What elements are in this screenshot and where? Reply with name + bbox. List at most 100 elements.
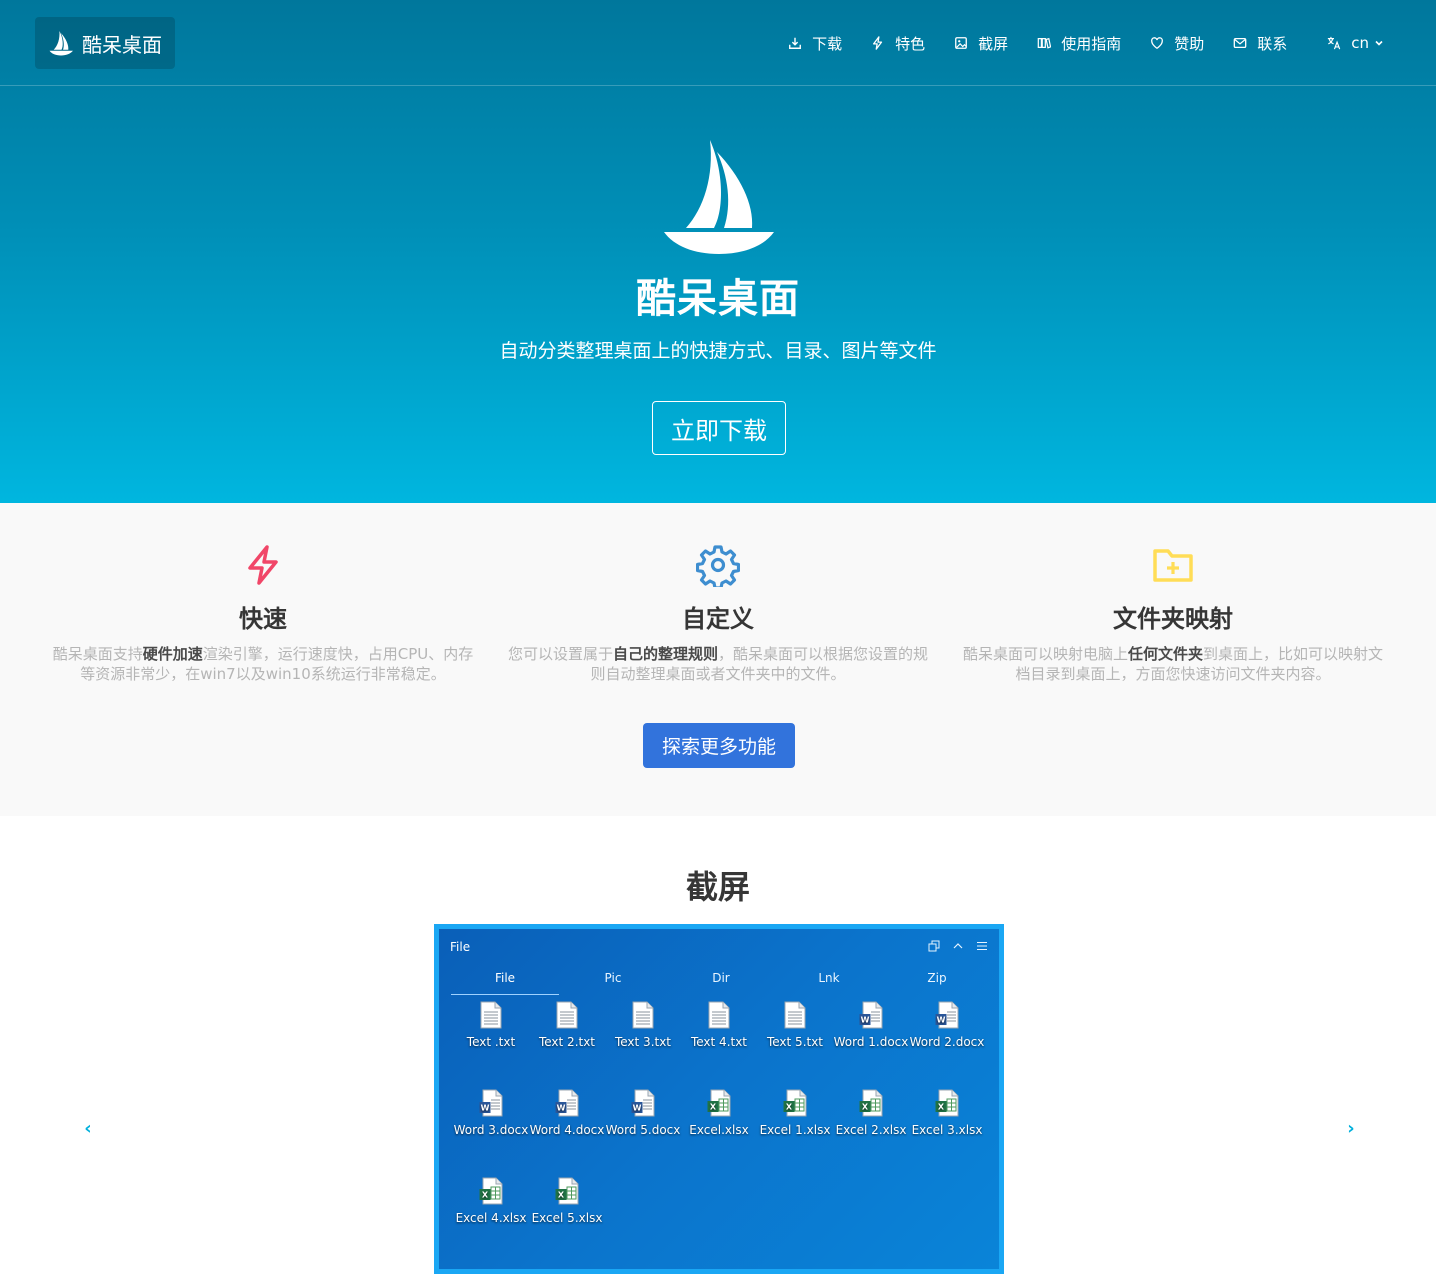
carousel-prev-button[interactable]: ‹ [78, 1118, 98, 1139]
svg-text:W: W [937, 1016, 946, 1025]
gear-icon [696, 545, 740, 587]
nav-item-screenshots[interactable]: 截屏 [954, 33, 1008, 54]
carousel-next-button[interactable]: › [1341, 1118, 1361, 1139]
desktop-file-item: Text 5.txt [757, 1001, 833, 1051]
file-name: Word 5.docx [605, 1123, 681, 1137]
word-file-icon: W [453, 1089, 529, 1117]
svg-text:X: X [710, 1103, 717, 1112]
svg-text:W: W [861, 1016, 870, 1025]
svg-text:W: W [481, 1104, 490, 1113]
svg-text:X: X [482, 1191, 489, 1200]
heart-icon [1151, 37, 1164, 50]
desktop-file-item: X Excel.xlsx [681, 1089, 757, 1139]
brand-name: 酷呆桌面 [82, 32, 162, 57]
nav-item-features[interactable]: 特色 [871, 33, 925, 54]
screenshot-image: File File Pic Dir Lnk Zip Text .txt Text … [434, 924, 1004, 1274]
nav-item-contact[interactable]: 联系 [1233, 33, 1287, 54]
file-name: Excel 2.xlsx [835, 1123, 907, 1137]
download-now-button[interactable]: 立即下载 [652, 401, 786, 455]
feature-title: 自定义 [682, 605, 754, 633]
desktop-file-item: W Word 5.docx [605, 1089, 681, 1139]
desktop-file-item: W Word 1.docx [833, 1001, 909, 1051]
nav-item-download[interactable]: 下载 [788, 33, 842, 54]
file-name: Excel 4.xlsx [455, 1211, 527, 1225]
desktop-file-item: W Word 2.docx [909, 1001, 985, 1051]
brand-logo-link[interactable]: 酷呆桌面 [35, 17, 175, 69]
nav-item-label: 特色 [895, 34, 926, 53]
window-title: File [450, 940, 471, 954]
nav-item-sponsor[interactable]: 赞助 [1150, 33, 1204, 54]
file-name: Text 3.txt [614, 1035, 672, 1049]
file-name: Text 4.txt [690, 1035, 748, 1049]
hero-section: 酷呆桌面 下载 特色 截屏 使用指南 赞助 联系 cn 酷呆桌面 自动分类整理桌… [0, 0, 1436, 503]
nav-item-guide[interactable]: 使用指南 [1037, 33, 1121, 54]
translate-icon [1328, 36, 1341, 50]
desktop-file-item: W Word 4.docx [529, 1089, 605, 1139]
feature-folder-mapping: 文件夹映射 酷呆桌面可以映射电脑上任何文件夹到桌面上，比如可以映射文档目录到桌面… [953, 543, 1393, 684]
nav-item-label: 下载 [812, 34, 843, 53]
nav-item-label: 赞助 [1174, 34, 1205, 53]
file-name: Word 2.docx [909, 1035, 985, 1049]
feature-description: 酷呆桌面可以映射电脑上任何文件夹到桌面上，比如可以映射文档目录到桌面上，方面您快… [962, 645, 1384, 683]
desktop-file-item: Text 3.txt [605, 1001, 681, 1051]
download-icon [789, 37, 802, 49]
file-name: Text 5.txt [766, 1035, 824, 1049]
explore-more-button[interactable]: 探索更多功能 [643, 723, 795, 768]
excel-file-icon: X [681, 1089, 757, 1117]
tab-pic: Pic [604, 971, 622, 985]
window-controls [917, 939, 989, 953]
feature-title: 文件夹映射 [1113, 605, 1233, 633]
nav-item-label: 截屏 [978, 34, 1009, 53]
feature-custom: 自定义 您可以设置属于自己的整理规则，酷呆桌面可以根据您设置的规则自动整理桌面或… [498, 543, 938, 684]
tab-zip: Zip [927, 971, 947, 985]
book-icon [1037, 37, 1052, 49]
svg-text:X: X [938, 1103, 945, 1112]
text-file-icon [757, 1001, 833, 1029]
screenshots-title: 截屏 [685, 868, 750, 906]
feature-fast: 快速 酷呆桌面支持硬件加速渲染引擎，运行速度快，占用CPU、内存等资源非常少，在… [43, 543, 483, 684]
feature-description: 酷呆桌面支持硬件加速渲染引擎，运行速度快，占用CPU、内存等资源非常少，在win… [52, 645, 474, 683]
file-name: Excel 3.xlsx [911, 1123, 983, 1137]
language-label: cn [1351, 34, 1369, 52]
bolt-icon [873, 36, 883, 50]
hero-subtitle: 自动分类整理桌面上的快捷方式、目录、图片等文件 [499, 340, 937, 362]
file-name: Text 2.txt [538, 1035, 596, 1049]
nav-item-label: 使用指南 [1061, 34, 1122, 53]
file-name: Word 3.docx [453, 1123, 529, 1137]
svg-text:X: X [786, 1103, 793, 1112]
desktop-file-item: X Excel 1.xlsx [757, 1089, 833, 1139]
desktop-file-item: X Excel 3.xlsx [909, 1089, 985, 1139]
desktop-file-item: Text 4.txt [681, 1001, 757, 1051]
text-file-icon [453, 1001, 529, 1029]
chevron-up-icon [951, 939, 965, 953]
features-section: 快速 酷呆桌面支持硬件加速渲染引擎，运行速度快，占用CPU、内存等资源非常少，在… [0, 503, 1436, 816]
text-file-icon [529, 1001, 605, 1029]
sailboat-icon [49, 31, 73, 56]
restore-icon [927, 939, 941, 953]
svg-text:X: X [558, 1191, 565, 1200]
chevron-down-icon [1375, 40, 1383, 46]
text-file-icon [605, 1001, 681, 1029]
app-window: File File Pic Dir Lnk Zip Text .txt Text … [439, 929, 999, 1269]
tab-dir: Dir [712, 971, 730, 985]
excel-file-icon: X [909, 1089, 985, 1117]
feature-title: 快速 [239, 605, 287, 633]
desktop-file-item: Text .txt [453, 1001, 529, 1051]
folder-plus-icon [1153, 549, 1193, 582]
desktop-file-item: Text 2.txt [529, 1001, 605, 1051]
nav-menu: 下载 特色 截屏 使用指南 赞助 联系 cn [759, 0, 1384, 86]
excel-file-icon: X [833, 1089, 909, 1117]
feature-description: 您可以设置属于自己的整理规则，酷呆桌面可以根据您设置的规则自动整理桌面或者文件夹… [507, 645, 929, 683]
language-selector[interactable]: cn [1327, 34, 1384, 52]
desktop-file-item: X Excel 5.xlsx [529, 1177, 605, 1227]
excel-file-icon: X [757, 1089, 833, 1117]
file-name: Word 4.docx [529, 1123, 605, 1137]
hero-title: 酷呆桌面 [636, 276, 800, 322]
excel-file-icon: X [529, 1177, 605, 1205]
desktop-file-item: W Word 3.docx [453, 1089, 529, 1139]
word-file-icon: W [833, 1001, 909, 1029]
desktop-file-item: X Excel 2.xlsx [833, 1089, 909, 1139]
tab-lnk: Lnk [818, 971, 840, 985]
excel-file-icon: X [453, 1177, 529, 1205]
word-file-icon: W [529, 1089, 605, 1117]
